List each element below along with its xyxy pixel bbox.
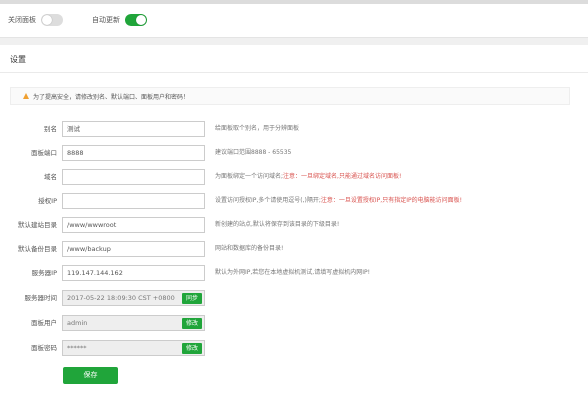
row-server-ip: 服务器IP 119.147.144.162 默认为外网IP,若您在本地虚拟机测试… [0, 265, 588, 281]
save-button[interactable]: 保存 [63, 367, 118, 384]
panel-password-label: 面板密码 [31, 344, 57, 352]
settings-panel: 设置 为了提高安全，请修改别名、默认端口、面板用户和密码！ 别名 测试 给面板取… [0, 45, 588, 396]
security-notice: 为了提高安全，请修改别名、默认端口、面板用户和密码！ [10, 87, 570, 105]
site-dir-label: 默认建站目录 [18, 221, 57, 229]
auth-ip-label: 授权IP [38, 197, 57, 205]
help-text: 默认为外网IP,若您在本地虚拟机测试,请填写虚拟机内网IP! [215, 269, 370, 276]
help-text: 为面板绑定一个访问域名; [215, 173, 284, 180]
auth-ip-help: 设置访问授权IP,多个请使用逗号(,)隔开;注意：一旦设置授权IP,只有指定IP… [215, 193, 462, 209]
warning-icon [23, 93, 29, 99]
site-dir-input[interactable]: /www/wwwroot [62, 217, 205, 233]
row-alias: 别名 测试 给面板取个别名，用于分辨面板 [0, 121, 588, 137]
alias-input[interactable]: 测试 [62, 121, 205, 137]
row-panel-user: 面板用户 admin 修改 [0, 315, 588, 331]
panel-title: 设置 [0, 45, 588, 73]
panel-user-label: 面板用户 [31, 319, 57, 327]
help-text: 建议端口范围8888 - 65535 [215, 149, 292, 156]
sync-time-button[interactable]: 同步 [181, 293, 202, 304]
auto-update-toggle-group: 自动更新 [92, 14, 147, 26]
help-text: 给面板取个别名，用于分辨面板 [215, 125, 300, 132]
notice-text: 为了提高安全，请修改别名、默认端口、面板用户和密码！ [33, 93, 190, 101]
server-time-label: 服务器时间 [24, 294, 58, 302]
auto-update-label: 自动更新 [92, 16, 120, 24]
site-dir-help: 新创建的站点,默认将保存到该目录的下级目录! [215, 217, 339, 233]
close-panel-toggle-group: 关闭面板 [8, 14, 63, 26]
panel-password-value: ****** [67, 344, 87, 352]
row-domain: 域名 为面板绑定一个访问域名;注意：一旦绑定域名,只能通过域名访问面板! [0, 169, 588, 185]
row-backup-dir: 默认备份目录 /www/backup 网站和数据库的备份目录! [0, 241, 588, 257]
domain-help: 为面板绑定一个访问域名;注意：一旦绑定域名,只能通过域名访问面板! [215, 169, 401, 185]
panel-password-field: ****** 修改 [62, 340, 205, 356]
help-warning-text: 注意：一旦绑定域名,只能通过域名访问面板! [283, 173, 402, 180]
help-text: 网站和数据库的备份目录! [215, 245, 284, 252]
auth-ip-input[interactable] [62, 193, 205, 209]
help-warning-text: 注意：一旦设置授权IP,只有指定IP的电脑能访问面板! [320, 197, 462, 204]
panel-user-field: admin 修改 [62, 315, 205, 331]
panel-user-value: admin [67, 319, 88, 327]
row-site-dir: 默认建站目录 /www/wwwroot 新创建的站点,默认将保存到该目录的下级目… [0, 217, 588, 233]
auto-update-switch[interactable] [125, 14, 147, 26]
switch-knob [42, 15, 52, 25]
backup-dir-label: 默认备份目录 [18, 245, 57, 253]
port-input[interactable]: 8888 [62, 145, 205, 161]
row-server-time: 服务器时间 2017-05-22 18:09:30 CST +0800 同步 [0, 290, 588, 306]
close-panel-switch[interactable] [41, 14, 63, 26]
server-ip-label: 服务器IP [31, 269, 57, 277]
server-time-field: 2017-05-22 18:09:30 CST +0800 同步 [62, 290, 205, 306]
row-port: 面板端口 8888 建议端口范围8888 - 65535 [0, 145, 588, 161]
server-ip-help: 默认为外网IP,若您在本地虚拟机测试,请填写虚拟机内网IP! [215, 265, 370, 281]
alias-label: 别名 [44, 125, 57, 133]
row-panel-password: 面板密码 ****** 修改 [0, 340, 588, 356]
toggle-bar: 关闭面板 自动更新 [0, 4, 588, 38]
domain-label: 域名 [44, 173, 57, 181]
server-time-value: 2017-05-22 18:09:30 CST +0800 [67, 294, 175, 302]
row-auth-ip: 授权IP 设置访问授权IP,多个请使用逗号(,)隔开;注意：一旦设置授权IP,只… [0, 193, 588, 209]
switch-knob [136, 15, 146, 25]
edit-password-button[interactable]: 修改 [181, 343, 202, 354]
server-ip-input[interactable]: 119.147.144.162 [62, 265, 205, 281]
help-text: 新创建的站点,默认将保存到该目录的下级目录! [215, 221, 340, 228]
port-label: 面板端口 [31, 149, 57, 157]
backup-dir-help: 网站和数据库的备份目录! [215, 241, 283, 257]
edit-user-button[interactable]: 修改 [181, 318, 202, 329]
close-panel-label: 关闭面板 [8, 16, 36, 24]
port-help: 建议端口范围8888 - 65535 [215, 145, 291, 161]
alias-help: 给面板取个别名，用于分辨面板 [215, 121, 299, 137]
domain-input[interactable] [62, 169, 205, 185]
backup-dir-input[interactable]: /www/backup [62, 241, 205, 257]
help-text: 设置访问授权IP,多个请使用逗号(,)隔开; [215, 197, 321, 204]
